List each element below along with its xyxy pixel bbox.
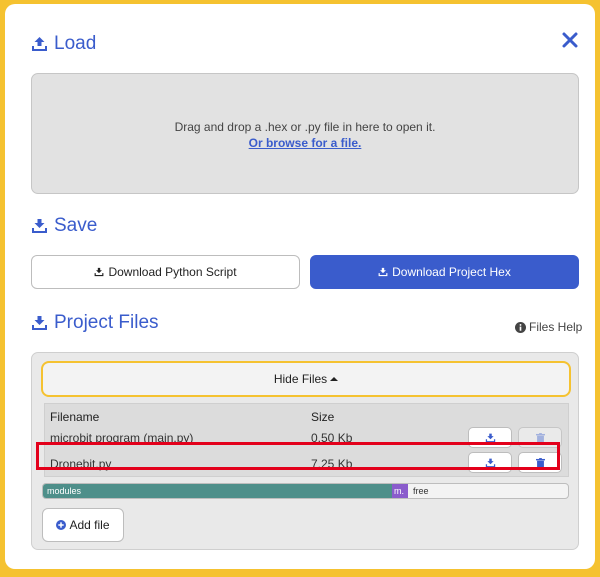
free-space-label: free [413,486,429,496]
download-icon [485,433,495,442]
project-files-heading: Project Files [31,312,159,334]
download-icon [378,267,388,277]
save-heading: Save [31,215,97,237]
download-icon [32,219,47,233]
load-save-dialog: Load Drag and drop a .hex or .py file in… [5,4,595,569]
drop-message: Drag and drop a .hex or .py file in here… [174,120,436,134]
hide-files-button[interactable]: Hide Files [41,361,571,397]
download-hex-label: Download Project Hex [392,265,511,279]
download-hex-button[interactable]: Download Project Hex [310,255,579,289]
download-python-button[interactable]: Download Python Script [31,255,300,289]
save-title: Save [54,215,98,236]
storage-usage-bar: modules m. free [42,483,569,499]
plus-circle-icon [56,520,67,530]
main-usage-segment: m. [392,484,408,498]
files-help-label: Files Help [529,320,583,334]
project-files-title: Project Files [54,312,159,333]
file-drop-zone[interactable]: Drag and drop a .hex or .py file in here… [31,73,579,194]
add-file-label: Add file [69,518,110,532]
browse-link[interactable]: Or browse for a file. [32,136,578,150]
size-column-header: Size [311,410,335,424]
filename-column-header: Filename [50,410,100,424]
modules-usage-segment: modules [43,484,392,498]
files-help-link[interactable]: Files Help [515,320,582,334]
close-icon[interactable] [561,31,579,49]
selected-file-highlight [36,442,560,470]
upload-icon [32,37,47,51]
load-title: Load [54,33,97,54]
download-icon [95,267,104,277]
add-file-button[interactable]: Add file [42,508,124,542]
info-icon [515,321,526,333]
hide-files-label: Hide Files [273,372,328,386]
download-icon [32,316,47,330]
load-heading: Load [31,33,96,55]
download-python-label: Download Python Script [108,265,237,279]
trash-icon [535,432,545,443]
caret-up-icon [330,377,339,381]
